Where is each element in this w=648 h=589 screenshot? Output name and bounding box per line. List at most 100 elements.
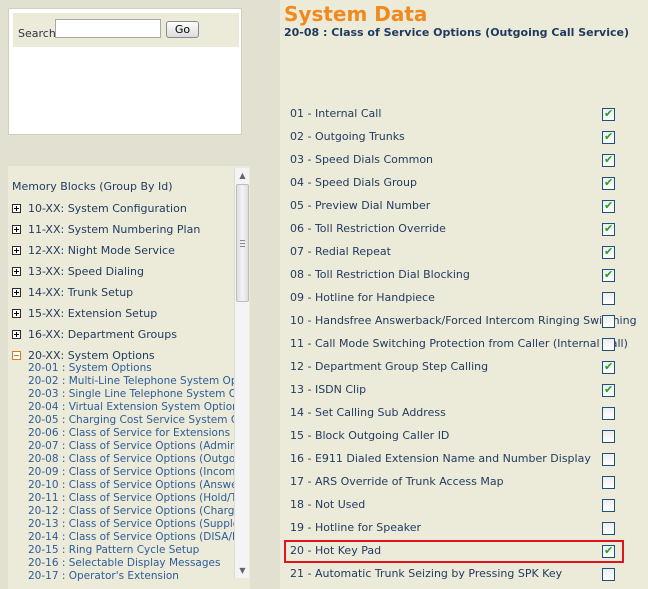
option-checkbox[interactable]: [602, 430, 615, 443]
option-label: 01 - Internal Call: [290, 107, 382, 120]
tree-group[interactable]: 15-XX: Extension Setup: [12, 305, 157, 321]
option-label: 03 - Speed Dials Common: [290, 153, 434, 166]
tree-sub-item[interactable]: 20-01 : System Options: [28, 362, 234, 375]
option-checkbox-checked[interactable]: [602, 544, 615, 558]
option-label: 08 - Toll Restriction Dial Blocking: [290, 268, 470, 281]
option-row: 12 - Department Group Step Calling: [284, 356, 624, 379]
option-label: 16 - E911 Dialed Extension Name and Numb…: [290, 452, 591, 465]
option-checkbox-checked[interactable]: [602, 360, 615, 374]
tree-sub-item[interactable]: 20-10 : Class of Service Options (Answer…: [28, 479, 234, 492]
option-label: 09 - Hotline for Handpiece: [290, 291, 435, 304]
option-checkbox[interactable]: [602, 453, 615, 466]
scroll-down-arrow-icon[interactable]: ▼: [235, 563, 250, 578]
tree-sub-item[interactable]: 20-04 : Virtual Extension System Options: [28, 401, 234, 414]
option-checkbox-checked[interactable]: [602, 383, 615, 397]
option-checkbox-checked[interactable]: [602, 245, 615, 259]
option-checkbox[interactable]: [602, 499, 615, 512]
option-row: 13 - ISDN Clip: [284, 379, 624, 402]
tree-group[interactable]: 12-XX: Night Mode Service: [12, 242, 175, 258]
option-row: 14 - Set Calling Sub Address: [284, 402, 624, 425]
option-row: 02 - Outgoing Trunks: [284, 126, 624, 149]
tree-sub-item[interactable]: 20-17 : Operator's Extension: [28, 570, 234, 583]
option-checkbox[interactable]: [602, 568, 615, 581]
expand-plus-icon[interactable]: [12, 224, 21, 234]
tree-sub-item[interactable]: 20-13 : Class of Service Options (Supple…: [28, 518, 234, 531]
option-label: 05 - Preview Dial Number: [290, 199, 431, 212]
go-button[interactable]: Go: [166, 21, 199, 38]
option-row: 11 - Call Mode Switching Protection from…: [284, 333, 628, 356]
expand-plus-icon[interactable]: [12, 329, 21, 339]
tree-group[interactable]: 20-XX: System Options: [12, 347, 155, 363]
tree-sub-item[interactable]: 20-09 : Class of Service Options (Incomi…: [28, 466, 234, 479]
option-label: 07 - Redial Repeat: [290, 245, 391, 258]
tree-group[interactable]: 13-XX: Speed Dialing: [12, 263, 144, 279]
tree-scrollbar[interactable]: ▲ ▼: [234, 168, 249, 578]
tree-sub-item[interactable]: 20-02 : Multi-Line Telephone System Opti…: [28, 375, 234, 388]
search-bar: Search Go: [13, 13, 239, 47]
tree-sub-item[interactable]: 20-05 : Charging Cost Service System Opt…: [28, 414, 234, 427]
expand-plus-icon[interactable]: [12, 203, 21, 213]
left-column: Search Go Memory Blocks (Group By Id) 10…: [0, 0, 272, 589]
tree-sub-item[interactable]: 20-11 : Class of Service Options (Hold/T…: [28, 492, 234, 505]
search-input[interactable]: [55, 19, 161, 38]
tree-group[interactable]: 10-XX: System Configuration: [12, 200, 187, 216]
tree-heading: Memory Blocks (Group By Id): [12, 180, 173, 193]
option-checkbox-checked[interactable]: [602, 268, 615, 282]
tree-group[interactable]: 11-XX: System Numbering Plan: [12, 221, 200, 237]
option-row: 10 - Handsfree Answerback/Forced Interco…: [284, 310, 637, 333]
option-row: 08 - Toll Restriction Dial Blocking: [284, 264, 624, 287]
tree-sub-item[interactable]: 20-12 : Class of Service Options (Chargi…: [28, 505, 234, 518]
tree-group-label: 20-XX: System Options: [28, 348, 155, 362]
option-row: 21 - Automatic Trunk Seizing by Pressing…: [284, 563, 624, 586]
expand-plus-icon[interactable]: [12, 308, 21, 318]
option-label: 19 - Hotline for Speaker: [290, 521, 421, 534]
option-row: 16 - E911 Dialed Extension Name and Numb…: [284, 448, 624, 471]
option-label: 17 - ARS Override of Trunk Access Map: [290, 475, 504, 488]
option-row: 07 - Redial Repeat: [284, 241, 624, 264]
option-label: 11 - Call Mode Switching Protection from…: [290, 337, 628, 350]
tree-sub-item[interactable]: 20-16 : Selectable Display Messages: [28, 557, 234, 570]
tree-sub-item[interactable]: 20-15 : Ring Pattern Cycle Setup: [28, 544, 234, 557]
tree-sub-item[interactable]: 20-03 : Single Line Telephone System Opt…: [28, 388, 234, 401]
option-checkbox[interactable]: [602, 476, 615, 489]
option-checkbox-checked[interactable]: [602, 222, 615, 236]
option-checkbox-checked[interactable]: [602, 153, 615, 167]
tree-group-label: 16-XX: Department Groups: [28, 327, 177, 341]
tree-sub-item[interactable]: 20-08 : Class of Service Options (Outgoi…: [28, 453, 234, 466]
option-row: 18 - Not Used: [284, 494, 624, 517]
option-checkbox[interactable]: [602, 315, 615, 328]
scroll-thumb[interactable]: [236, 184, 249, 302]
option-label: 20 - Hot Key Pad: [290, 544, 382, 557]
tree-group[interactable]: 14-XX: Trunk Setup: [12, 284, 133, 300]
tree-sub-item[interactable]: 20-07 : Class of Service Options (Admini…: [28, 440, 234, 453]
expand-plus-icon[interactable]: [12, 245, 21, 255]
option-checkbox[interactable]: [602, 292, 615, 305]
option-row: 15 - Block Outgoing Caller ID: [284, 425, 624, 448]
option-checkbox[interactable]: [602, 407, 615, 420]
option-row: 19 - Hotline for Speaker: [284, 517, 624, 540]
option-checkbox-checked[interactable]: [602, 199, 615, 213]
tree-sub-item[interactable]: 20-14 : Class of Service Options (DISA/E…: [28, 531, 234, 544]
tree-group[interactable]: 16-XX: Department Groups: [12, 326, 177, 342]
option-label: 12 - Department Group Step Calling: [290, 360, 489, 373]
option-label: 14 - Set Calling Sub Address: [290, 406, 446, 419]
option-checkbox-checked[interactable]: [602, 130, 615, 144]
tree-group-label: 13-XX: Speed Dialing: [28, 264, 145, 278]
search-results-box: [13, 47, 239, 130]
option-checkbox[interactable]: [602, 338, 615, 351]
tree-group-label: 11-XX: System Numbering Plan: [28, 222, 201, 236]
option-checkbox-checked[interactable]: [602, 176, 615, 190]
tree-sub-item[interactable]: 20-06 : Class of Service for Extensions: [28, 427, 234, 440]
collapse-minus-icon[interactable]: [12, 350, 21, 360]
tree-group-label: 10-XX: System Configuration: [28, 201, 187, 215]
option-checkbox[interactable]: [602, 522, 615, 535]
expand-plus-icon[interactable]: [12, 266, 21, 276]
expand-plus-icon[interactable]: [12, 287, 21, 297]
option-checkbox-checked[interactable]: [602, 107, 615, 121]
tree-sub-list: 20-01 : System Options 20-02 : Multi-Line…: [28, 362, 234, 583]
memory-blocks-tree: Memory Blocks (Group By Id) 10-XX: Syste…: [8, 166, 250, 589]
option-label: 06 - Toll Restriction Override: [290, 222, 446, 235]
tree-group-label: 12-XX: Night Mode Service: [28, 243, 175, 257]
option-row: 03 - Speed Dials Common: [284, 149, 624, 172]
scroll-up-arrow-icon[interactable]: ▲: [235, 168, 250, 183]
